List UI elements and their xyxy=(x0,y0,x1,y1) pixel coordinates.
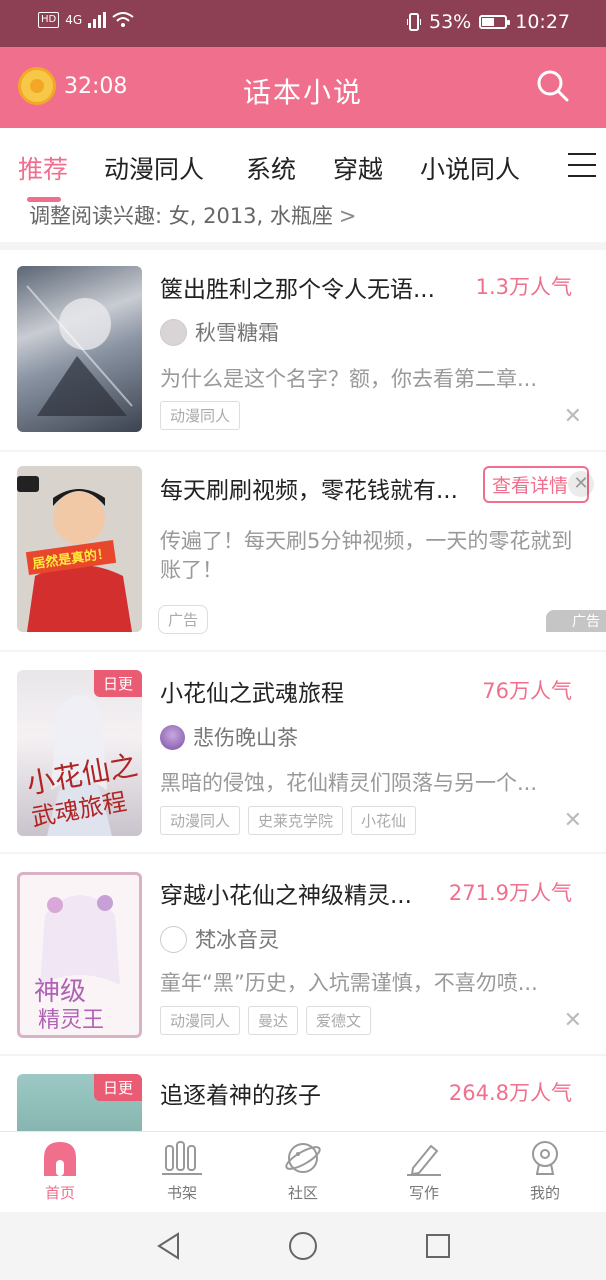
battery-percent: 53% xyxy=(429,11,472,33)
app-title: 话本小说 xyxy=(242,76,363,109)
ad-title[interactable]: 每天刷刷视频，零花钱就有... xyxy=(160,471,458,505)
cover-artwork xyxy=(26,285,133,416)
ad-description: 传遍了！每天刷5分钟视频，一天的零花就到账了！ xyxy=(160,529,573,582)
popularity: 271.9万人气 xyxy=(448,881,572,905)
author-row: 悲伤晚山茶 xyxy=(160,722,298,752)
book-description: 童年“黑”历史，入坑需谨慎，不喜勿喷... xyxy=(160,971,538,995)
status-left: HD 4G xyxy=(38,12,134,28)
book-tag[interactable]: 动漫同人 xyxy=(160,1006,241,1035)
avatar xyxy=(160,925,187,953)
tab-recommend[interactable]: 推荐 xyxy=(18,150,68,186)
book-title[interactable]: 追逐着神的孩子 xyxy=(160,1076,321,1110)
book-card[interactable]: 箧出胜利之那个令人无语... 1.3万人气 秋雪糖霜 为什么是这个名字？额，你去… xyxy=(0,250,606,450)
wifi-icon xyxy=(112,12,134,27)
author-row: 梵冰音灵 xyxy=(160,924,279,954)
book-title[interactable]: 小花仙之武魂旅程 xyxy=(160,674,344,708)
ad-mark: 广告 xyxy=(546,610,606,632)
nav-home[interactable]: 首页 xyxy=(15,1140,105,1203)
author-row: 秋雪糖霜 xyxy=(160,317,279,347)
book-tag[interactable]: 动漫同人 xyxy=(160,806,241,835)
hd-indicator: HD xyxy=(38,12,60,28)
planet-icon xyxy=(285,1143,321,1173)
profile-icon xyxy=(532,1141,558,1175)
book-description: 为什么是这个名字？额，你去看第二章... xyxy=(160,367,538,391)
svg-text:精灵王: 精灵王 xyxy=(38,1008,104,1033)
tag-list: 动漫同人 史莱克学院 小花仙 xyxy=(160,806,417,835)
popularity: 1.3万人气 xyxy=(475,275,572,299)
daily-update-badge: 日更 xyxy=(93,1074,142,1101)
app-header: 32:08 话本小说 xyxy=(0,47,606,128)
book-card[interactable]: 神级 精灵王 穿越小花仙之神级精灵... 271.9万人气 梵冰音灵 童年“黑”历… xyxy=(0,854,606,1054)
book-cover[interactable]: 神级 精灵王 xyxy=(17,872,142,1038)
reading-interest-bar[interactable]: 调整阅读兴趣: 女, 2013, 水瓶座 > xyxy=(0,202,606,242)
daily-update-badge: 日更 xyxy=(93,670,142,697)
ad-card[interactable]: 居然是真的！ 每天刷刷视频，零花钱就有... 查看详情 ✕ 传遍了！每天刷5分钟… xyxy=(0,452,606,650)
tab-anime-fanfic[interactable]: 动漫同人 xyxy=(104,150,204,186)
menu-icon[interactable] xyxy=(568,153,596,177)
ad-tag: 广告 xyxy=(158,605,209,634)
tab-novel-fanfic[interactable]: 小说同人 xyxy=(420,150,520,186)
back-icon[interactable] xyxy=(156,1232,182,1260)
book-tag[interactable]: 曼达 xyxy=(248,1006,299,1035)
reading-interest-text: 调整阅读兴趣: 女, 2013, 水瓶座 xyxy=(29,204,333,228)
avatar xyxy=(160,318,187,346)
nav-label: 社区 xyxy=(287,1184,318,1202)
battery-fill xyxy=(482,18,495,26)
battery-icon xyxy=(479,15,511,29)
clock: 10:27 xyxy=(515,11,570,33)
bookshelf-icon xyxy=(162,1141,202,1175)
home-icon xyxy=(44,1142,76,1176)
status-bar: HD 4G 53% 10:27 xyxy=(0,0,606,47)
tag-list: 动漫同人 xyxy=(160,401,241,430)
nav-community[interactable]: 社区 xyxy=(258,1140,348,1203)
book-cover[interactable] xyxy=(17,266,142,432)
book-title[interactable]: 穿越小花仙之神级精灵... xyxy=(160,876,412,910)
nav-profile[interactable]: 我的 xyxy=(500,1140,590,1203)
search-icon[interactable] xyxy=(536,69,570,103)
recent-apps-icon[interactable] xyxy=(425,1233,451,1259)
author-name: 悲伤晚山茶 xyxy=(193,726,298,750)
home-circle-icon[interactable] xyxy=(288,1231,318,1261)
book-cover[interactable]: 日更 xyxy=(17,1074,142,1131)
bottom-navigation: 首页 书架 社区 写作 我的 xyxy=(0,1131,606,1213)
book-card[interactable]: 小花仙之 武魂旅程 日更 小花仙之武魂旅程 76万人气 悲伤晚山茶 黑暗的侵蚀，花… xyxy=(0,652,606,852)
close-icon[interactable]: ✕ xyxy=(564,808,582,833)
vibrate-icon xyxy=(407,13,421,31)
nav-label: 写作 xyxy=(408,1184,439,1202)
avatar xyxy=(160,724,185,750)
close-icon[interactable]: ✕ xyxy=(568,471,594,497)
chevron-right-icon: > xyxy=(338,204,357,228)
signal-icon xyxy=(88,12,107,28)
status-right: 53% 10:27 xyxy=(407,11,570,33)
tab-time-travel[interactable]: 穿越 xyxy=(333,150,383,186)
book-tag[interactable]: 爱德文 xyxy=(306,1006,372,1035)
popularity: 264.8万人气 xyxy=(448,1081,572,1105)
nav-label: 我的 xyxy=(529,1184,560,1202)
book-title[interactable]: 箧出胜利之那个令人无语... xyxy=(160,270,435,304)
book-cover[interactable]: 小花仙之 武魂旅程 日更 xyxy=(17,670,142,836)
network-type: 4G xyxy=(65,13,83,27)
svg-text:神级: 神级 xyxy=(34,977,86,1007)
nav-label: 首页 xyxy=(44,1184,75,1202)
book-tag[interactable]: 小花仙 xyxy=(351,806,417,835)
book-tag[interactable]: 动漫同人 xyxy=(160,401,241,430)
ad-cover[interactable]: 居然是真的！ xyxy=(17,466,142,632)
nav-write[interactable]: 写作 xyxy=(379,1140,469,1203)
book-card[interactable]: 日更 追逐着神的孩子 264.8万人气 xyxy=(0,1056,606,1131)
author-name: 秋雪糖霜 xyxy=(195,321,279,345)
book-description: 黑暗的侵蚀，花仙精灵们陨落与另一个... xyxy=(160,771,538,795)
system-navigation-bar xyxy=(0,1212,606,1280)
nav-bookshelf[interactable]: 书架 xyxy=(137,1140,227,1203)
popularity: 76万人气 xyxy=(482,679,572,703)
tab-system[interactable]: 系统 xyxy=(246,150,296,186)
tag-list: 动漫同人 曼达 爱德文 xyxy=(160,1006,372,1035)
book-tag[interactable]: 史莱克学院 xyxy=(248,806,344,835)
close-icon[interactable]: ✕ xyxy=(564,1008,582,1033)
pen-icon xyxy=(407,1144,441,1176)
author-name: 梵冰音灵 xyxy=(195,928,279,952)
close-icon[interactable]: ✕ xyxy=(564,404,582,429)
nav-label: 书架 xyxy=(166,1184,197,1202)
cover-artwork: 神级精灵王 xyxy=(34,895,120,1033)
category-tabs: 推荐 动漫同人 系统 穿越 小说同人 xyxy=(0,128,606,202)
